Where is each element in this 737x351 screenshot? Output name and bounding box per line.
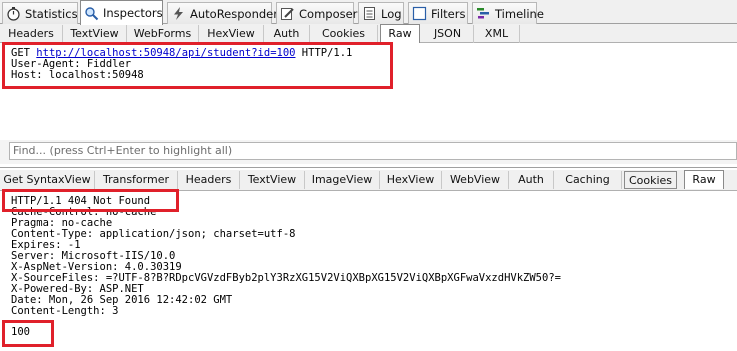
response-tab-strip: Get SyntaxView Transformer Headers TextV… [0, 170, 737, 191]
response-tab-cookies[interactable]: Cookies [624, 171, 677, 189]
magnifier-icon [84, 6, 99, 21]
request-tab-raw[interactable]: Raw [380, 24, 420, 43]
response-tab-auth[interactable]: Auth [509, 171, 554, 189]
stopwatch-icon [6, 6, 21, 21]
tab-composer[interactable]: Composer [276, 2, 358, 24]
request-tab-strip: Headers TextView WebForms HexView Auth C… [0, 24, 737, 43]
tab-inspectors[interactable]: Inspectors [80, 0, 163, 25]
tab-label: Inspectors [103, 6, 163, 20]
request-tab-auth[interactable]: Auth [264, 25, 310, 43]
request-tab-json[interactable]: JSON [422, 25, 474, 43]
find-input[interactable]: Find... (press Ctrl+Enter to highlight a… [9, 142, 737, 160]
tab-filters[interactable]: Filters [408, 2, 468, 24]
tab-label: Composer [299, 6, 358, 21]
main-tab-strip: Statistics Inspectors AutoResponder Comp… [0, 0, 737, 25]
status-highlight-box [2, 189, 179, 212]
response-tab-imageview[interactable]: ImageView [305, 171, 380, 189]
request-tab-xml[interactable]: XML [474, 25, 520, 43]
splitter[interactable] [0, 167, 737, 168]
response-tab-get-syntaxview[interactable]: Get SyntaxView [0, 171, 95, 189]
request-tab-hexview[interactable]: HexView [199, 25, 264, 43]
response-tab-caching[interactable]: Caching [554, 171, 622, 189]
response-header-line: Content-Length: 3 [11, 305, 119, 317]
tab-label: Timeline [495, 6, 544, 21]
body-highlight-box [2, 320, 54, 347]
log-icon [362, 6, 377, 21]
pencil-icon [280, 6, 295, 21]
response-tab-webview[interactable]: WebView [442, 171, 509, 189]
request-highlight-box [2, 42, 393, 89]
tab-label: Filters [431, 6, 466, 21]
tab-label: Statistics [25, 6, 78, 21]
timeline-icon [476, 6, 491, 21]
tab-statistics[interactable]: Statistics [2, 2, 78, 24]
lightning-icon [171, 6, 186, 21]
tab-label: Log [381, 6, 402, 21]
response-tab-transformer[interactable]: Transformer [95, 171, 178, 189]
tab-autoresponder[interactable]: AutoResponder [167, 2, 278, 24]
response-tab-raw[interactable]: Raw [684, 170, 724, 189]
response-tab-hexview[interactable]: HexView [380, 171, 442, 189]
response-tab-headers[interactable]: Headers [178, 171, 240, 189]
tab-label: AutoResponder [190, 6, 278, 21]
response-raw-pane[interactable]: HTTP/1.1 404 Not Found Cache-Control: no… [0, 191, 737, 351]
request-tab-cookies[interactable]: Cookies [310, 25, 378, 43]
tab-timeline[interactable]: Timeline [472, 2, 544, 24]
request-tab-textview[interactable]: TextView [63, 25, 127, 43]
checkbox-icon [412, 6, 427, 21]
tab-log[interactable]: Log [358, 2, 404, 24]
request-tab-webforms[interactable]: WebForms [127, 25, 199, 43]
request-tab-headers[interactable]: Headers [0, 25, 63, 43]
response-tab-textview[interactable]: TextView [240, 171, 305, 189]
